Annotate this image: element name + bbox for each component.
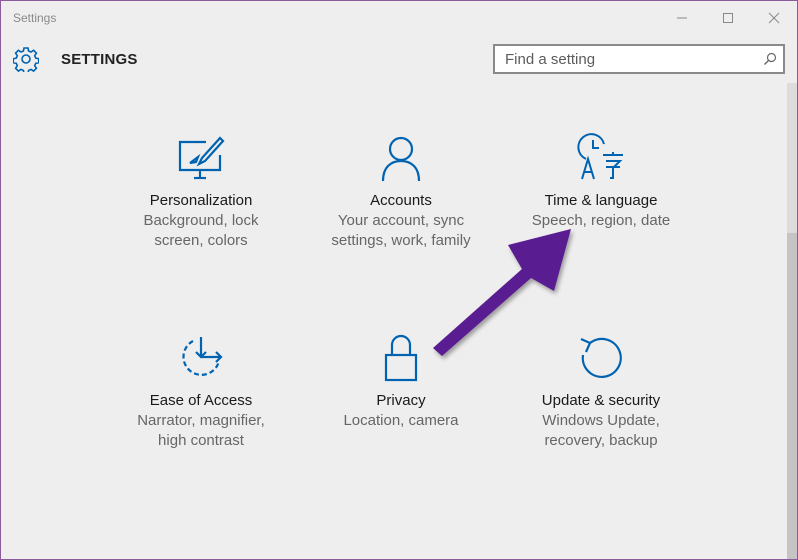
tile-title: Personalization [149, 192, 253, 209]
settings-grid: Personalization Background, lock screen,… [1, 1, 791, 559]
time-language-icon [577, 133, 623, 180]
tile-update-security[interactable]: Update & security Windows Update, recove… [501, 333, 701, 451]
tile-title: Time & language [544, 192, 658, 209]
tile-title: Update & security [541, 392, 661, 409]
tile-personalization[interactable]: Personalization Background, lock screen,… [101, 133, 301, 251]
tile-description: Location, camera [343, 412, 459, 429]
accounts-icon [381, 136, 421, 182]
personalization-icon [178, 136, 225, 180]
tile-description: high contrast [158, 432, 244, 449]
tile-description: recovery, backup [544, 432, 658, 449]
tile-time-language[interactable]: Time & language Speech, region, date [501, 133, 701, 231]
tile-ease-of-access[interactable]: Ease of Access Narrator, magnifier, high… [101, 333, 301, 451]
tile-title: Ease of Access [149, 392, 253, 409]
scrollbar-thumb[interactable] [787, 233, 797, 559]
privacy-lock-icon [384, 334, 418, 382]
tile-description: Background, lock [143, 212, 259, 229]
tile-accounts[interactable]: Accounts Your account, sync settings, wo… [301, 133, 501, 251]
tile-privacy[interactable]: Privacy Location, camera [301, 333, 501, 431]
tile-description: Windows Update, [542, 412, 660, 429]
vertical-scrollbar[interactable] [787, 83, 797, 559]
update-security-icon [580, 337, 622, 379]
tile-description: Narrator, magnifier, [137, 412, 265, 429]
tile-description: settings, work, family [331, 232, 471, 249]
tile-description: Speech, region, date [531, 212, 671, 229]
settings-window: Settings SETTINGS Find a setting Persona… [0, 0, 798, 560]
tile-description: screen, colors [154, 232, 248, 249]
tile-title: Privacy [376, 392, 426, 409]
tile-description: Your account, sync [337, 212, 465, 229]
tile-title: Accounts [370, 192, 432, 209]
ease-of-access-icon [182, 337, 223, 376]
